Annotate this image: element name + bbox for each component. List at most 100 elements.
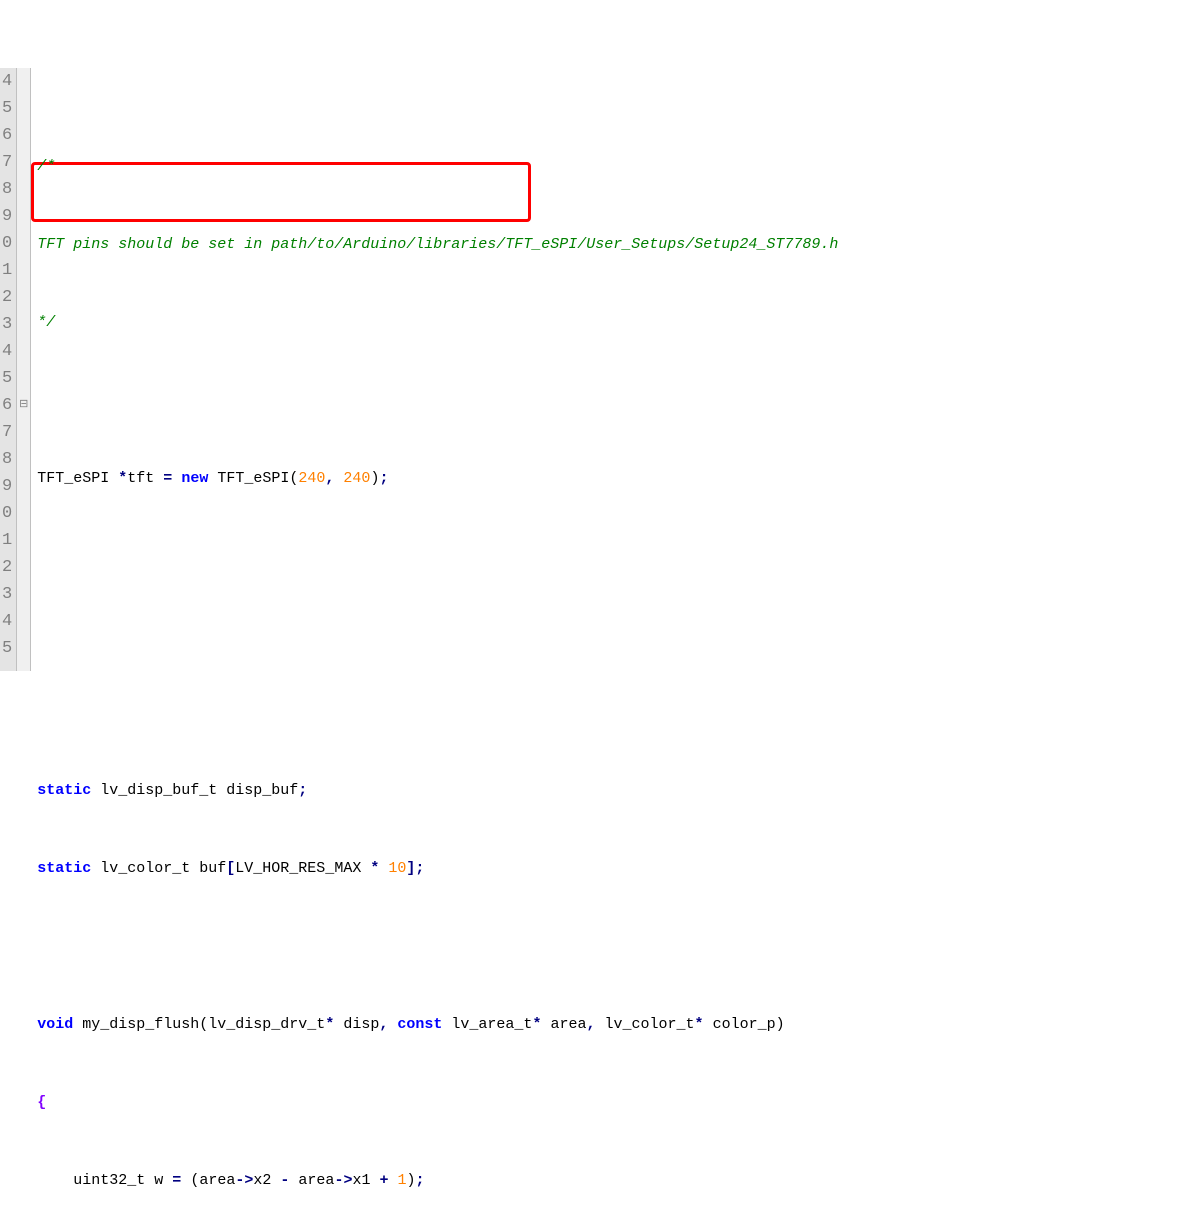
semicolon: ; [379, 470, 388, 487]
fold-marker [17, 176, 30, 203]
param: color_p [713, 1016, 776, 1033]
paren: ( [199, 1016, 208, 1033]
operator: = [163, 470, 172, 487]
code-line[interactable]: TFT_eSPI *tft = new TFT_eSPI(240, 240); [37, 465, 1186, 492]
type: uint32_t [73, 1172, 145, 1189]
line-number: 9 [2, 473, 12, 500]
line-number: 8 [2, 446, 12, 473]
operator: - [280, 1172, 289, 1189]
line-number: 2 [2, 554, 12, 581]
number: 240 [298, 470, 325, 487]
fold-marker [17, 608, 30, 635]
type: lv_color_t [100, 860, 190, 877]
fold-marker [17, 203, 30, 230]
code-editor[interactable]: 4567890123456789012345 ⊟ /* TFT pins sho… [0, 68, 1186, 671]
identifier: area [298, 1172, 334, 1189]
line-number: 4 [2, 338, 12, 365]
code-line[interactable]: uint32_t w = (area->x2 - area->x1 + 1); [37, 1167, 1186, 1194]
fold-column[interactable]: ⊟ [17, 68, 31, 671]
comma: , [325, 470, 334, 487]
line-number: 5 [2, 635, 12, 662]
semicolon: ; [415, 860, 424, 877]
fold-marker [17, 149, 30, 176]
line-number-gutter: 4567890123456789012345 [0, 68, 17, 671]
code-area[interactable]: /* TFT pins should be set in path/to/Ard… [31, 68, 1186, 671]
comment-text: TFT pins should be set in path/to/Arduin… [37, 236, 838, 253]
fold-marker [17, 419, 30, 446]
semicolon: ; [416, 1172, 425, 1189]
fold-marker[interactable]: ⊟ [17, 392, 30, 419]
bracket: ] [406, 860, 415, 877]
code-line[interactable] [37, 699, 1186, 726]
code-line[interactable]: static lv_color_t buf[LV_HOR_RES_MAX * 1… [37, 855, 1186, 882]
line-number: 4 [2, 608, 12, 635]
line-number: 1 [2, 257, 12, 284]
code-line[interactable]: /* [37, 153, 1186, 180]
keyword: const [397, 1016, 442, 1033]
field: x2 [253, 1172, 271, 1189]
code-line[interactable]: TFT pins should be set in path/to/Arduin… [37, 231, 1186, 258]
identifier: tft [127, 470, 154, 487]
fold-marker [17, 635, 30, 662]
param: disp [343, 1016, 379, 1033]
line-number: 0 [2, 500, 12, 527]
keyword: static [37, 782, 91, 799]
operator: * [370, 860, 379, 877]
fold-marker [17, 257, 30, 284]
constructor: TFT_eSPI [217, 470, 289, 487]
line-number: 6 [2, 392, 12, 419]
code-line[interactable] [37, 621, 1186, 648]
number: 10 [388, 860, 406, 877]
line-number: 5 [2, 95, 12, 122]
fold-marker [17, 527, 30, 554]
comment-text: /* [37, 158, 55, 175]
code-line[interactable]: static lv_disp_buf_t disp_buf; [37, 777, 1186, 804]
keyword: static [37, 860, 91, 877]
bracket: [ [226, 860, 235, 877]
line-number: 4 [2, 68, 12, 95]
fold-marker [17, 500, 30, 527]
fold-marker [17, 68, 30, 95]
identifier: area [199, 1172, 235, 1189]
fold-marker [17, 311, 30, 338]
paren: ) [776, 1016, 785, 1033]
macro: LV_HOR_RES_MAX [235, 860, 361, 877]
identifier: w [154, 1172, 163, 1189]
line-number: 6 [2, 122, 12, 149]
line-number: 7 [2, 419, 12, 446]
fold-marker [17, 338, 30, 365]
number: 1 [398, 1172, 407, 1189]
code-line[interactable]: */ [37, 309, 1186, 336]
type: lv_color_t [605, 1016, 695, 1033]
code-line[interactable] [37, 933, 1186, 960]
fold-marker [17, 581, 30, 608]
comment-text: */ [37, 314, 55, 331]
fold-marker [17, 446, 30, 473]
indent [37, 1172, 73, 1189]
keyword: void [37, 1016, 73, 1033]
operator: * [532, 1016, 541, 1033]
code-line[interactable]: { [37, 1089, 1186, 1116]
code-line[interactable]: void my_disp_flush(lv_disp_drv_t* disp, … [37, 1011, 1186, 1038]
semicolon: ; [298, 782, 307, 799]
param: area [550, 1016, 586, 1033]
fold-marker [17, 122, 30, 149]
operator: * [118, 470, 127, 487]
operator: + [379, 1172, 388, 1189]
line-number: 8 [2, 176, 12, 203]
identifier: buf [199, 860, 226, 877]
code-line[interactable] [37, 543, 1186, 570]
code-line[interactable] [37, 387, 1186, 414]
line-number: 9 [2, 203, 12, 230]
line-number: 2 [2, 284, 12, 311]
line-number: 3 [2, 581, 12, 608]
number: 240 [343, 470, 370, 487]
comma: , [586, 1016, 595, 1033]
fold-marker [17, 95, 30, 122]
comma: , [379, 1016, 388, 1033]
keyword: new [181, 470, 208, 487]
identifier: disp_buf [226, 782, 298, 799]
fold-marker [17, 284, 30, 311]
function-name: my_disp_flush [82, 1016, 199, 1033]
line-number: 0 [2, 230, 12, 257]
